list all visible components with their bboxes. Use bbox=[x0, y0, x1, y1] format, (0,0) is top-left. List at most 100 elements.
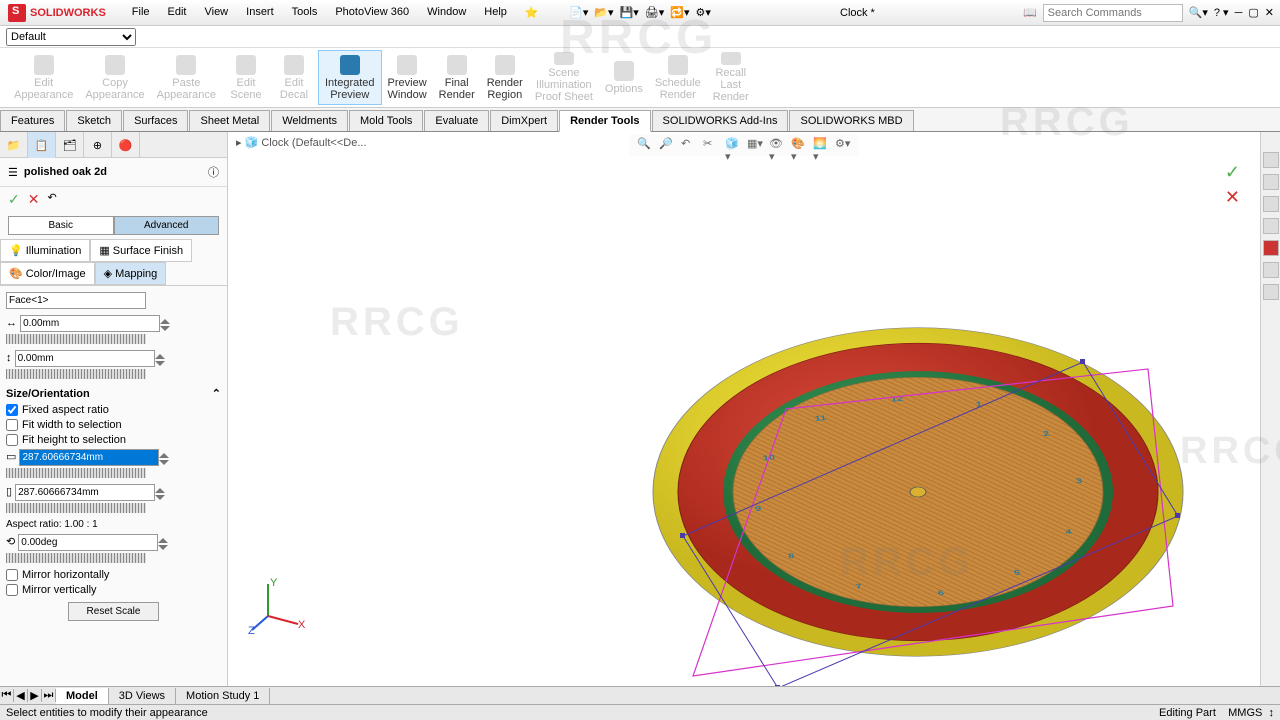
mirror-v-checkbox[interactable] bbox=[6, 584, 18, 596]
width-slider[interactable] bbox=[6, 468, 146, 478]
tab-solidworks-add-ins[interactable]: SOLIDWORKS Add-Ins bbox=[652, 110, 789, 131]
tab-solidworks-mbd[interactable]: SOLIDWORKS MBD bbox=[789, 110, 913, 131]
color-image-tab[interactable]: 🎨Color/Image bbox=[0, 262, 95, 285]
maximize-icon[interactable]: ▢ bbox=[1248, 6, 1258, 19]
motion-study-tab[interactable]: Motion Study 1 bbox=[176, 688, 270, 704]
open-icon[interactable]: 📂▾ bbox=[594, 6, 613, 19]
prev-icon[interactable]: ◀ bbox=[14, 689, 28, 702]
menu-file[interactable]: File bbox=[124, 2, 158, 23]
face-selection[interactable]: Face<1> bbox=[6, 292, 146, 309]
menu-insert[interactable]: Insert bbox=[238, 2, 282, 23]
settings-icon[interactable]: ⚙▾ bbox=[695, 6, 710, 19]
search-dropdown-icon[interactable]: 🔍▾ bbox=[1189, 6, 1208, 19]
status-units[interactable]: MMGS bbox=[1228, 707, 1262, 719]
scene-icon[interactable]: 🌅▾ bbox=[813, 137, 829, 153]
view-orient-icon[interactable]: 🧊▾ bbox=[725, 137, 741, 153]
search-input[interactable] bbox=[1043, 4, 1183, 22]
tab-evaluate[interactable]: Evaluate bbox=[424, 110, 489, 131]
offset-slider[interactable] bbox=[6, 334, 146, 344]
last-icon[interactable]: ⏭ bbox=[42, 689, 56, 702]
menu-tools[interactable]: Tools bbox=[284, 2, 326, 23]
basic-tab[interactable]: Basic bbox=[8, 216, 114, 235]
view-triad[interactable]: Y X Z bbox=[248, 576, 308, 636]
custom-props-icon[interactable] bbox=[1263, 284, 1279, 300]
file-explorer-icon[interactable] bbox=[1263, 218, 1279, 234]
tab-weldments[interactable]: Weldments bbox=[271, 110, 348, 131]
ribbon-render-region[interactable]: RenderRegion bbox=[481, 50, 529, 105]
new-icon[interactable]: 📄▾ bbox=[569, 6, 588, 19]
fm-tab-property-icon[interactable]: 📋 bbox=[28, 132, 56, 158]
search-commands-icon[interactable]: 📖 bbox=[1023, 6, 1037, 19]
collapse-icon[interactable]: ⌃ bbox=[212, 387, 221, 400]
tab-dimxpert[interactable]: DimXpert bbox=[490, 110, 558, 131]
height-slider[interactable] bbox=[6, 503, 146, 513]
view-palette-icon[interactable] bbox=[1263, 240, 1279, 256]
zoom-area-icon[interactable]: 🔎 bbox=[659, 137, 675, 153]
section-view-icon[interactable]: ✂ bbox=[703, 137, 719, 153]
cancel-button[interactable]: ✕ bbox=[28, 191, 40, 208]
reset-scale-button[interactable]: Reset Scale bbox=[68, 602, 160, 621]
fm-tab-config-icon[interactable]: 🗂 bbox=[56, 132, 84, 158]
menu-window[interactable]: Window bbox=[419, 2, 474, 23]
tab-render-tools[interactable]: Render Tools bbox=[559, 110, 650, 132]
minimize-icon[interactable]: ─ bbox=[1235, 7, 1243, 19]
tab-features[interactable]: Features bbox=[0, 110, 65, 131]
print-icon[interactable]: 🖨▾ bbox=[645, 6, 665, 19]
fixed-aspect-checkbox[interactable] bbox=[6, 404, 18, 416]
view-settings-icon[interactable]: ⚙▾ bbox=[835, 137, 851, 153]
display-style-icon[interactable]: ▦▾ bbox=[747, 137, 763, 153]
zoom-fit-icon[interactable]: 🔍 bbox=[637, 137, 653, 153]
tab-sketch[interactable]: Sketch bbox=[66, 110, 122, 131]
appearance-icon[interactable]: 🎨▾ bbox=[791, 137, 807, 153]
fit-height-checkbox[interactable] bbox=[6, 434, 18, 446]
horizontal-offset-input[interactable] bbox=[20, 315, 160, 332]
mirror-h-checkbox[interactable] bbox=[6, 569, 18, 581]
rotation-input[interactable] bbox=[18, 534, 158, 551]
surface-finish-tab[interactable]: ▦Surface Finish bbox=[90, 239, 192, 262]
tab-mold-tools[interactable]: Mold Tools bbox=[349, 110, 423, 131]
save-icon[interactable]: 💾▾ bbox=[620, 6, 639, 19]
vertical-offset-input[interactable] bbox=[15, 350, 155, 367]
viewport-breadcrumb[interactable]: Clock (Default<<De... bbox=[261, 137, 366, 149]
ok-button[interactable]: ✓ bbox=[8, 191, 20, 208]
rebuild-icon[interactable]: 🔁▾ bbox=[670, 6, 689, 19]
fit-width-checkbox[interactable] bbox=[6, 419, 18, 431]
fm-tab-tree-icon[interactable]: 📁 bbox=[0, 132, 28, 158]
hide-show-icon[interactable]: 👁▾ bbox=[769, 137, 785, 153]
menu-photoview[interactable]: PhotoView 360 bbox=[327, 2, 417, 23]
mapping-tab[interactable]: ◈Mapping bbox=[95, 262, 167, 285]
viewport[interactable]: ▸ 🧊 Clock (Default<<De... 🔍 🔎 ↶ ✂ 🧊▾ ▦▾ … bbox=[228, 132, 1260, 686]
prev-view-icon[interactable]: ↶ bbox=[681, 137, 697, 153]
ribbon-preview-window[interactable]: PreviewWindow bbox=[382, 50, 433, 105]
width-input[interactable] bbox=[19, 449, 159, 466]
menu-help[interactable]: Help bbox=[476, 2, 515, 23]
ribbon-integrated-preview[interactable]: IntegratedPreview bbox=[318, 50, 382, 105]
appearances-icon[interactable] bbox=[1263, 262, 1279, 278]
ok-overlay-icon[interactable]: ✓ bbox=[1225, 162, 1240, 183]
advanced-tab[interactable]: Advanced bbox=[114, 216, 220, 235]
design-library-icon[interactable] bbox=[1263, 196, 1279, 212]
next-icon[interactable]: ▶ bbox=[28, 689, 42, 702]
model-tab[interactable]: Model bbox=[56, 688, 109, 704]
help-icon[interactable]: ? ▾ bbox=[1214, 6, 1229, 19]
menu-edit[interactable]: Edit bbox=[160, 2, 195, 23]
offset-slider[interactable] bbox=[6, 369, 146, 379]
first-icon[interactable]: ⏮ bbox=[0, 689, 14, 702]
menu-pin-icon[interactable]: ⭐ bbox=[517, 2, 547, 23]
preview-icon[interactable]: ↶ bbox=[47, 191, 56, 208]
resources-icon[interactable] bbox=[1263, 174, 1279, 190]
info-icon[interactable]: ⓘ bbox=[208, 164, 219, 180]
illumination-tab[interactable]: 💡Illumination bbox=[0, 239, 90, 262]
menu-view[interactable]: View bbox=[196, 2, 236, 23]
cancel-overlay-icon[interactable]: ✕ bbox=[1225, 187, 1240, 208]
3d-views-tab[interactable]: 3D Views bbox=[109, 688, 176, 704]
fm-tab-appearance-icon[interactable]: 🔴 bbox=[112, 132, 140, 158]
rotation-slider[interactable] bbox=[6, 553, 146, 563]
tab-sheet-metal[interactable]: Sheet Metal bbox=[189, 110, 270, 131]
fm-tab-dim-icon[interactable]: ⊕ bbox=[84, 132, 112, 158]
ribbon-final-render[interactable]: FinalRender bbox=[433, 50, 481, 105]
tab-surfaces[interactable]: Surfaces bbox=[123, 110, 188, 131]
close-icon[interactable]: ✕ bbox=[1265, 6, 1274, 19]
home-icon[interactable] bbox=[1263, 152, 1279, 168]
config-dropdown[interactable]: Default bbox=[6, 28, 136, 46]
